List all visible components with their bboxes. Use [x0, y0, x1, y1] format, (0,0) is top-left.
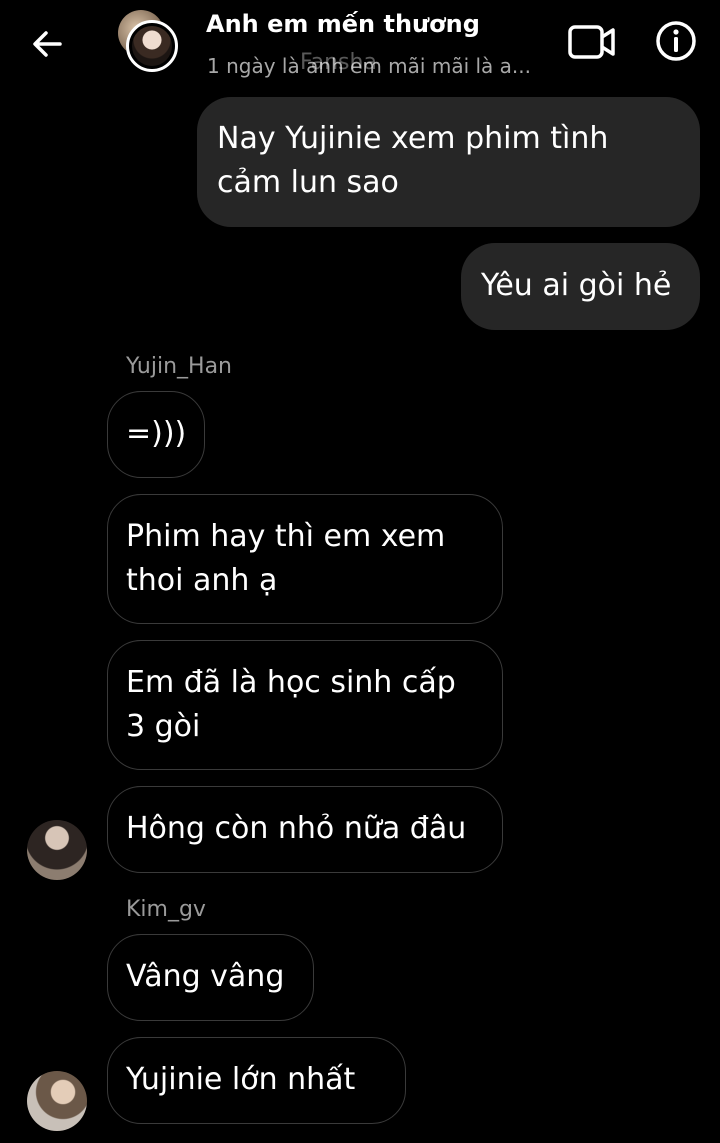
- message-text: thoi anh ạ: [126, 563, 278, 598]
- message-bubble-incoming[interactable]: Em đã là học sinh cấp 3 gòi: [107, 640, 503, 770]
- message-bubble-incoming[interactable]: Hông còn nhỏ nữa đâu: [107, 786, 503, 873]
- message-text: Yêu ai gòi hẻ: [481, 268, 672, 303]
- message-text: Vâng vâng: [126, 959, 285, 994]
- message-text: Em đã là học sinh cấp: [126, 665, 456, 700]
- message-bubble-outgoing[interactable]: Nay Yujinie xem phim tình cảm lun sao: [197, 97, 700, 227]
- message-text: Yujinie lớn nhất: [126, 1062, 356, 1097]
- sender-name: Kim_gv: [126, 897, 206, 922]
- back-button[interactable]: [28, 24, 68, 64]
- sender-name: Yujin_Han: [126, 354, 232, 379]
- message-text: Nay Yujinie xem phim tình: [217, 121, 609, 156]
- message-bubble-incoming[interactable]: Yujinie lớn nhất: [107, 1037, 406, 1124]
- message-text: =))): [126, 416, 187, 451]
- info-icon: [656, 21, 696, 61]
- info-button[interactable]: [654, 19, 698, 63]
- message-text: Phim hay thì em xem: [126, 519, 446, 554]
- arrow-left-icon: [33, 31, 62, 57]
- message-bubble-incoming[interactable]: Vâng vâng: [107, 934, 314, 1021]
- video-call-button[interactable]: [566, 20, 618, 64]
- group-avatar-front: [126, 20, 178, 72]
- message-bubble-outgoing[interactable]: Yêu ai gòi hẻ: [461, 243, 700, 330]
- message-text: 3 gòi: [126, 709, 201, 744]
- message-text: cảm lun sao: [217, 165, 399, 200]
- avatar[interactable]: [27, 820, 87, 880]
- video-camera-icon: [568, 25, 615, 59]
- group-avatar[interactable]: [114, 10, 184, 74]
- message-bubble-incoming[interactable]: =))): [107, 391, 205, 478]
- watermark: Fansha: [300, 50, 377, 75]
- message-text: Hông còn nhỏ nữa đâu: [126, 811, 467, 846]
- chat-header: Anh em mến thương 1 ngày là anh em mãi m…: [0, 0, 720, 90]
- avatar[interactable]: [27, 1071, 87, 1131]
- chat-title[interactable]: Anh em mến thương: [206, 10, 480, 38]
- message-bubble-incoming[interactable]: Phim hay thì em xem thoi anh ạ: [107, 494, 503, 624]
